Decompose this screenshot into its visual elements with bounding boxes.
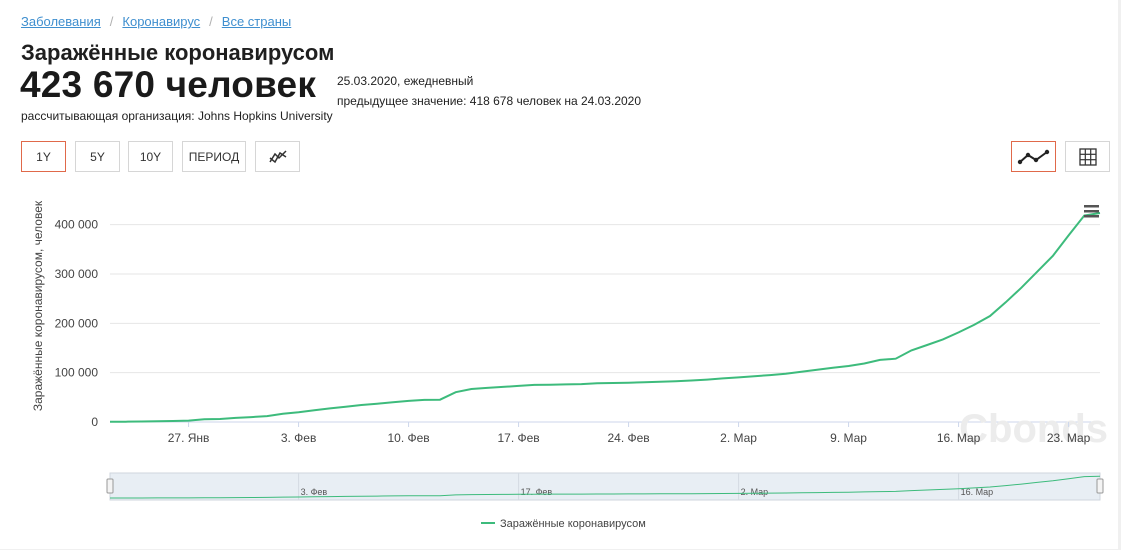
compare-button[interactable] <box>255 141 300 172</box>
grid-lines <box>110 224 1100 423</box>
breadcrumb-link-diseases[interactable]: Заболевания <box>21 14 101 29</box>
breadcrumb-separator: / <box>209 14 213 29</box>
breadcrumb-link-coronavirus[interactable]: Коронавирус <box>122 14 200 29</box>
x-tick-label: 10. Фев <box>387 431 429 445</box>
y-axis-label: Заражённые коронавирусом, человек <box>31 200 45 411</box>
legend-label: Заражённые коронавирусом <box>500 518 646 530</box>
y-tick-label: 400 000 <box>55 218 99 232</box>
range-5y-button[interactable]: 5Y <box>75 141 120 172</box>
range-10y-button[interactable]: 10Y <box>128 141 173 172</box>
line-chart: Cbonds Заражённые коронавирусом, человек… <box>31 200 1108 530</box>
navigator-tick-label: 17. Фев <box>521 487 553 497</box>
y-ticks: 0 100 000 200 000 300 000 400 000 <box>55 218 99 429</box>
chart-area: Cbonds Заражённые коронавирусом, человек… <box>0 190 1118 550</box>
x-tick-label: 9. Мар <box>830 431 867 445</box>
y-tick-label: 100 000 <box>55 366 99 380</box>
navigator-right-handle[interactable] <box>1096 478 1104 494</box>
navigator-tick-label: 3. Фев <box>301 487 328 497</box>
menu-button[interactable] <box>1084 205 1099 218</box>
line-chart-icon <box>1017 149 1049 164</box>
series-line <box>110 212 1101 423</box>
range-period-button[interactable]: ПЕРИОД <box>182 141 246 172</box>
y-tick-label: 200 000 <box>55 316 99 330</box>
table-view-button[interactable] <box>1065 141 1110 172</box>
line-view-button[interactable] <box>1011 141 1056 172</box>
breadcrumb-separator: / <box>109 14 114 29</box>
x-tick-label: 3. Фев <box>281 431 317 445</box>
breadcrumb: Заболевания / Коронавирус / Все страны <box>21 14 291 29</box>
navigator-tick-label: 2. Мар <box>741 487 769 497</box>
legend-item[interactable]: Заражённые коронавирусом <box>481 518 646 530</box>
x-tick-label: 17. Фев <box>497 431 539 445</box>
chart-panel: Заболевания / Коронавирус / Все страны Зараж… <box>0 0 1118 549</box>
hamburger-menu-icon <box>1084 205 1099 218</box>
value-date: 25.03.2020, ежедневный <box>337 74 474 88</box>
x-tick-label: 2. Мар <box>720 431 757 445</box>
breadcrumb-link-all-countries[interactable]: Все страны <box>222 14 291 29</box>
y-tick-label: 300 000 <box>55 267 99 281</box>
table-grid-icon <box>1078 147 1097 166</box>
x-ticks: 27. Янв 3. Фев 10. Фев 17. Фев 24. Фев 2. Мар… <box>168 422 1091 445</box>
navigator-range[interactable] <box>109 472 1101 501</box>
x-tick-label: 16. Мар <box>937 431 981 445</box>
y-tick-label: 0 <box>91 415 98 429</box>
current-value: 423 670 человек <box>20 64 317 105</box>
page-title: Заражённые коронавирусом <box>21 40 335 65</box>
x-tick-label: 27. Янв <box>168 431 210 445</box>
x-tick-label: 24. Фев <box>607 431 649 445</box>
compare-lines-icon <box>268 149 287 163</box>
navigator-left-handle[interactable] <box>106 478 114 494</box>
source-organization: рассчитывающая организация: Johns Hopkin… <box>21 109 333 123</box>
range-1y-button[interactable]: 1Y <box>21 141 66 172</box>
x-tick-label: 23. Мар <box>1047 431 1091 445</box>
previous-value: предыдущее значение: 418 678 человек на … <box>337 94 642 108</box>
